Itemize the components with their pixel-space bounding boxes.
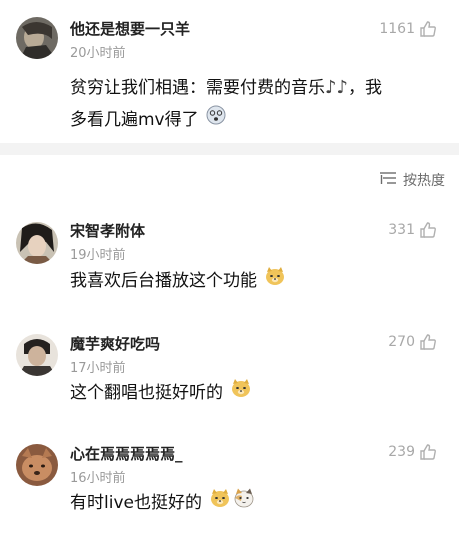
comment-text: 有时live也挺好的 — [70, 487, 255, 519]
username[interactable]: 心在焉焉焉焉焉_ — [70, 443, 183, 464]
sort-bar: 按热度 — [0, 155, 459, 205]
thumbs-up-icon — [419, 20, 437, 38]
comment-time: 16小时前 — [70, 471, 126, 486]
like-button[interactable]: 331 — [388, 221, 437, 239]
username[interactable]: 他还是想要一只羊 — [70, 18, 190, 39]
comment-time: 19小时前 — [70, 248, 126, 263]
like-count: 270 — [388, 334, 415, 350]
comment-time: 20小时前 — [70, 46, 126, 61]
comment-item: 心在焉焉焉焉焉_ 16小时前 239 有时live也挺好的 — [0, 432, 459, 544]
thumbs-up-icon — [419, 443, 437, 461]
top-comment: 他还是想要一只羊 20小时前 1161 贫穷让我们相遇：需要付费的音乐♪♪，我 … — [0, 0, 459, 143]
like-button[interactable]: 1161 — [379, 20, 437, 38]
avatar[interactable] — [16, 17, 58, 59]
music-note-icon: ♪♪ — [325, 77, 348, 98]
avatar[interactable] — [16, 444, 58, 486]
comment-time: 17小时前 — [70, 361, 126, 376]
username[interactable]: 魔芋爽好吃吗 — [70, 333, 160, 354]
sort-label: 按热度 — [403, 173, 445, 189]
comment-text: 这个翻唱也挺好听的 — [70, 377, 252, 409]
like-count: 1161 — [379, 21, 415, 37]
comment-item: 宋智孝附体 19小时前 331 我喜欢后台播放这个功能 — [0, 205, 459, 319]
like-count: 239 — [388, 444, 415, 460]
cat-emoji-icon — [233, 487, 255, 519]
sort-icon — [379, 171, 397, 189]
like-count: 331 — [388, 222, 415, 238]
dizzy-face-emoji-icon — [206, 104, 226, 136]
comment-item: 魔芋爽好吃吗 17小时前 270 这个翻唱也挺好听的 — [0, 319, 459, 432]
avatar[interactable] — [16, 334, 58, 376]
comment-text: 多看几遍mv得了 — [70, 104, 226, 136]
doge-emoji-icon — [264, 265, 286, 297]
like-button[interactable]: 239 — [388, 443, 437, 461]
doge-emoji-icon — [209, 487, 231, 519]
doge-emoji-icon — [230, 377, 252, 409]
thumbs-up-icon — [419, 333, 437, 351]
avatar[interactable] — [16, 222, 58, 264]
comment-text: 我喜欢后台播放这个功能 — [70, 265, 286, 297]
sort-by-popularity-button[interactable]: 按热度 — [379, 170, 445, 190]
username[interactable]: 宋智孝附体 — [70, 220, 145, 241]
section-separator — [0, 143, 459, 155]
like-button[interactable]: 270 — [388, 333, 437, 351]
comment-text: 贫穷让我们相遇：需要付费的音乐♪♪，我 — [70, 77, 382, 98]
thumbs-up-icon — [419, 221, 437, 239]
